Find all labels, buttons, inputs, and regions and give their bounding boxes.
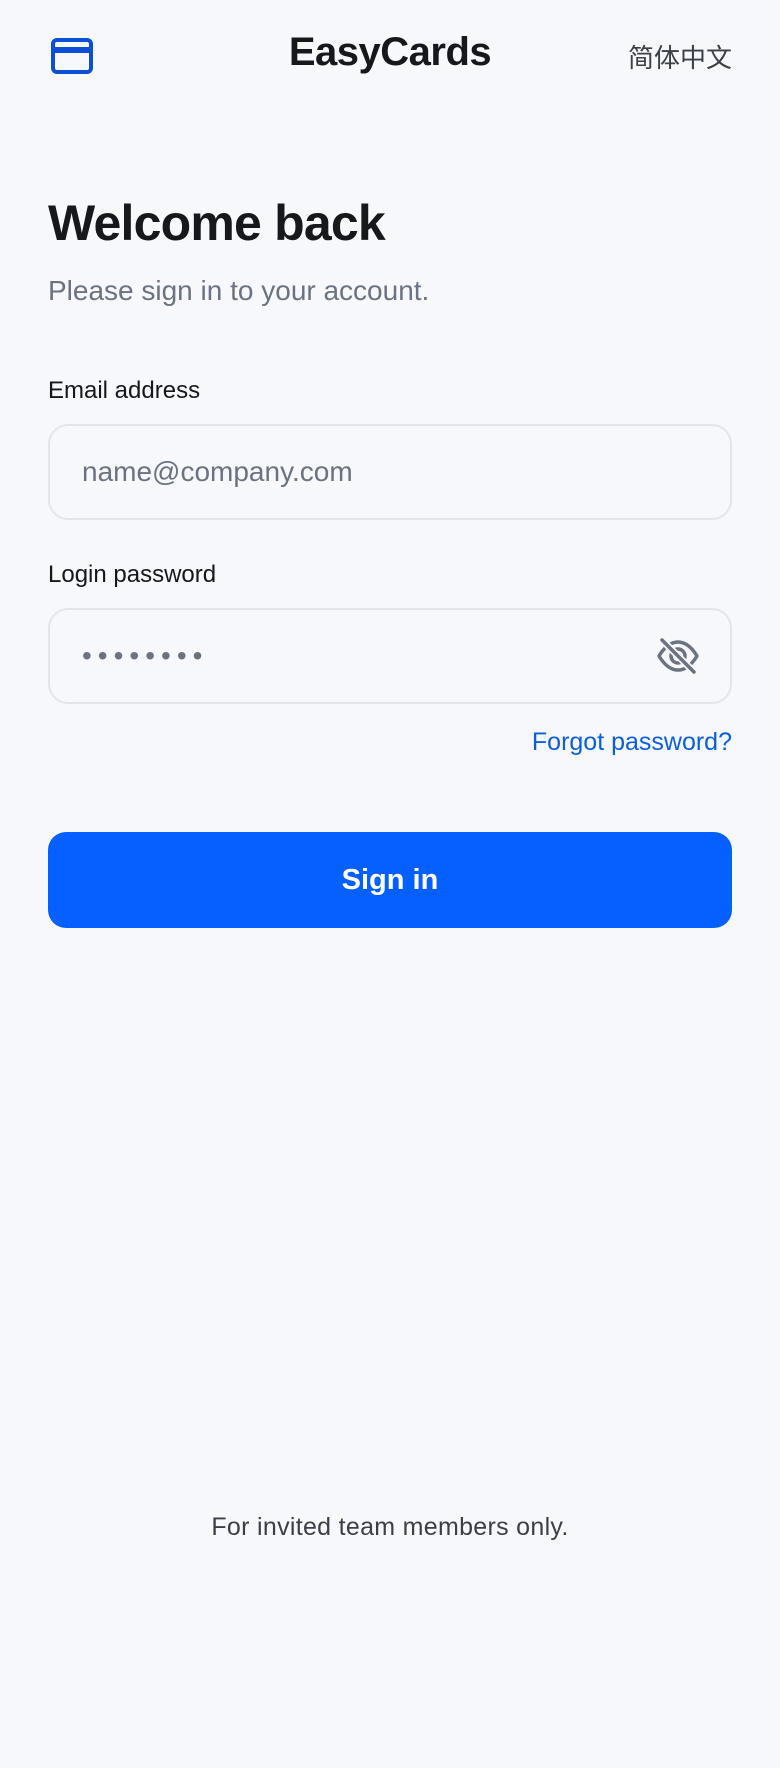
footer-note: For invited team members only. xyxy=(211,1513,569,1541)
sign-in-button[interactable]: Sign in xyxy=(48,832,732,928)
eye-off-icon[interactable] xyxy=(656,636,700,676)
language-switcher[interactable]: 简体中文 xyxy=(628,38,732,75)
email-field-box xyxy=(48,424,732,520)
email-field[interactable] xyxy=(82,426,642,518)
forgot-password-link[interactable]: Forgot password? xyxy=(532,728,732,757)
page-title: Welcome back xyxy=(48,195,386,251)
password-field-box xyxy=(48,608,732,704)
password-field[interactable] xyxy=(82,610,642,702)
page-subtitle: Please sign in to your account. xyxy=(48,275,430,306)
email-label: Email address xyxy=(48,377,201,404)
app-header: EasyCards 简体中文 xyxy=(0,0,780,112)
password-label: Login password xyxy=(48,561,217,588)
